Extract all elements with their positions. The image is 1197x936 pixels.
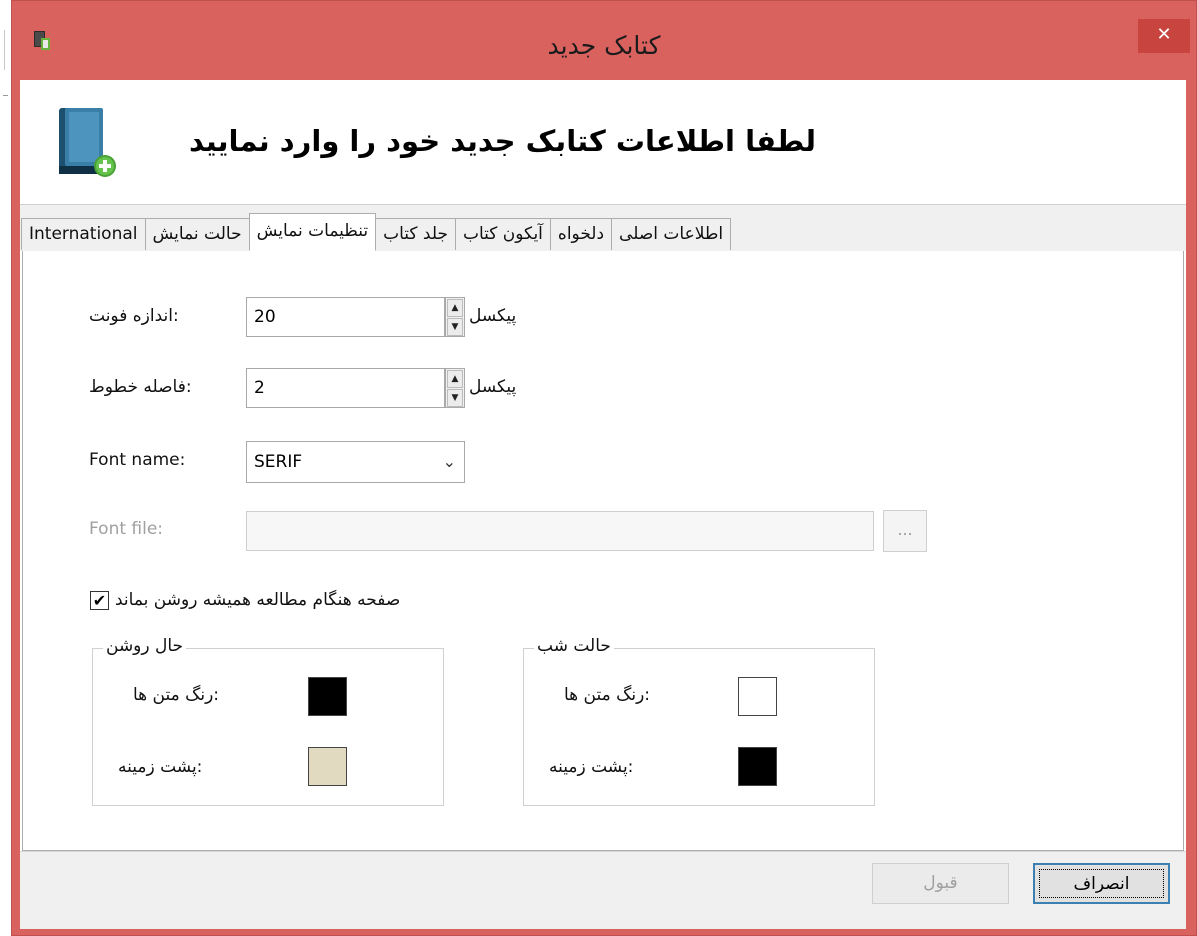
dialog-client-area: لطفا اطلاعات کتابک جدید خود را وارد نمای… xyxy=(20,80,1186,929)
chevron-down-icon: ⌄ xyxy=(442,452,456,471)
tabs: اطلاعات اصلی دلخواه آیکون کتاب جلد کتاب تنظی… xyxy=(21,213,732,251)
day-background-label: :پشت زمینه xyxy=(118,757,203,777)
line-spacing-unit: پیکسل xyxy=(469,377,517,397)
background-window-edge xyxy=(0,0,11,936)
tab-6[interactable]: International xyxy=(21,218,146,250)
title-bar[interactable]: کتابک جدید ✕ xyxy=(12,1,1196,87)
font-file-label: Font file: xyxy=(89,519,164,539)
spin-down-icon[interactable]: ▼ xyxy=(447,389,463,407)
day-text-color-label: :رنگ متن ها xyxy=(133,685,220,705)
day-mode-title: حال روشن xyxy=(103,636,187,656)
day-mode-group-box: حال روشن :رنگ متن ها :پشت زمینه xyxy=(92,636,444,806)
night-mode-group-box: حالت شب :رنگ متن ها :پشت زمینه xyxy=(523,636,875,806)
header-message: لطفا اطلاعات کتابک جدید خود را وارد نمای… xyxy=(189,124,816,158)
dialog-footer: قبول انصراف xyxy=(20,851,1186,929)
close-button[interactable]: ✕ xyxy=(1138,19,1190,53)
window-title: کتابک جدید xyxy=(547,31,661,60)
new-book-dialog: کتابک جدید ✕ لطفا اطلاعات کتابک جدید خود… xyxy=(11,0,1197,936)
tab-1[interactable]: دلخواه xyxy=(549,218,613,250)
font-size-input[interactable]: 20 xyxy=(246,297,445,337)
line-spacing-input[interactable]: 2 xyxy=(246,368,445,408)
line-spacing-label: :فاصله خطوط xyxy=(89,377,192,397)
font-size-spinner[interactable]: ▲ ▼ xyxy=(445,297,465,337)
cancel-button[interactable]: انصراف xyxy=(1033,863,1170,904)
spin-up-icon[interactable]: ▲ xyxy=(447,299,463,317)
ok-button[interactable]: قبول xyxy=(872,863,1009,904)
night-background-label: :پشت زمینه xyxy=(549,757,634,777)
dialog-header: لطفا اطلاعات کتابک جدید خود را وارد نمای… xyxy=(20,80,1186,205)
day-text-color-swatch[interactable] xyxy=(308,677,347,716)
font-file-input[interactable] xyxy=(246,511,874,551)
night-text-color-label: :رنگ متن ها xyxy=(564,685,651,705)
tab-3[interactable]: جلد کتاب xyxy=(375,218,456,250)
tab-strip: اطلاعات اصلی دلخواه آیکون کتاب جلد کتاب تنظی… xyxy=(20,205,1186,251)
line-spacing-spinner[interactable]: ▲ ▼ xyxy=(445,368,465,408)
font-size-unit: پیکسل xyxy=(469,306,517,326)
font-size-label: :اندازه فونت xyxy=(89,306,179,326)
close-icon: ✕ xyxy=(1156,24,1172,45)
font-name-value: SERIF xyxy=(254,452,303,472)
spin-up-icon[interactable]: ▲ xyxy=(447,370,463,388)
tab-0[interactable]: اطلاعات اصلی xyxy=(611,218,732,250)
tab-5[interactable]: حالت نمایش xyxy=(144,218,250,250)
font-name-label: Font name: xyxy=(89,450,186,470)
book-add-icon xyxy=(59,108,116,177)
night-text-color-swatch[interactable] xyxy=(738,677,777,716)
night-mode-title: حالت شب xyxy=(534,636,614,656)
tab-4[interactable]: تنظیمات نمایش xyxy=(248,213,377,251)
tab-2[interactable]: آیکون کتاب xyxy=(454,218,551,250)
keep-screen-on-label: صفحه هنگام مطالعه همیشه روشن بماند xyxy=(115,590,401,610)
spin-down-icon[interactable]: ▼ xyxy=(447,318,463,336)
font-name-dropdown[interactable]: SERIF ⌄ xyxy=(246,441,465,483)
keep-screen-on-checkbox[interactable]: ✔ xyxy=(90,591,109,610)
browse-font-button[interactable]: ... xyxy=(883,510,927,552)
cancel-button-label: انصراف xyxy=(1039,869,1164,898)
night-background-swatch[interactable] xyxy=(738,747,777,786)
day-background-swatch[interactable] xyxy=(308,747,347,786)
